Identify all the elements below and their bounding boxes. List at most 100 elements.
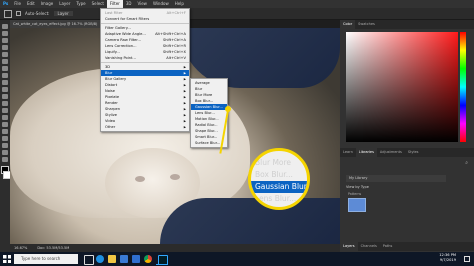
menu-select[interactable]: Select (89, 0, 107, 8)
color-field[interactable] (346, 32, 458, 142)
menu-view[interactable]: View (134, 0, 150, 8)
panels-dock: Color Swatches Learn Libraries Adjustmen… (340, 20, 474, 252)
menu-edit[interactable]: Edit (24, 0, 38, 8)
type-tool-icon[interactable] (2, 129, 8, 134)
eyedropper-tool-icon[interactable] (2, 59, 8, 64)
gradient-tool-icon[interactable] (2, 101, 8, 106)
menu-help[interactable]: Help (172, 0, 187, 8)
tab-channels[interactable]: Channels (358, 242, 380, 251)
tab-color[interactable]: Color (340, 20, 356, 29)
photo-blanket-bottom (160, 198, 340, 244)
ps-logo: Ps (3, 1, 9, 6)
brush-tool-icon[interactable] (2, 73, 8, 78)
submenu-arrow-icon: ▶ (183, 125, 186, 129)
magnified-item-gaussian-blur[interactable]: Gaussian Blur (251, 181, 307, 193)
menu-file[interactable]: File (11, 0, 24, 8)
tab-paths[interactable]: Paths (380, 242, 396, 251)
dodge-tool-icon[interactable] (2, 115, 8, 120)
notification-icon[interactable] (464, 256, 470, 262)
pattern-thumbnail[interactable] (348, 198, 366, 212)
view-by-label[interactable]: View by Type (346, 185, 369, 189)
menu-type[interactable]: Type (73, 0, 88, 8)
menu-item-label: Convert for Smart Filters (105, 17, 150, 21)
marquee-tool-icon[interactable] (2, 31, 8, 36)
healing-tool-icon[interactable] (2, 66, 8, 71)
clone-stamp-tool-icon[interactable] (2, 80, 8, 85)
magnified-item-box-blur[interactable]: Box Blur... (251, 169, 307, 181)
zoom-tool-icon[interactable] (2, 157, 8, 162)
windows-start-icon[interactable] (3, 255, 11, 263)
edge-icon[interactable] (96, 255, 104, 263)
menu-item-label: Vanishing Point... (105, 56, 136, 60)
group-label: Patterns (348, 192, 362, 196)
menu-image[interactable]: Image (38, 0, 57, 8)
tab-styles[interactable]: Styles (405, 148, 422, 157)
path-select-tool-icon[interactable] (2, 136, 8, 141)
filter-menu: Last Filter Alt+Ctrl+F Convert for Smart F… (100, 8, 190, 132)
history-brush-tool-icon[interactable] (2, 87, 8, 92)
libraries-panel-tabs: Learn Libraries Adjustments Styles (340, 148, 474, 157)
filter-menu-item-vanishing-point[interactable]: Vanishing Point... Alt+Ctrl+V (101, 55, 189, 61)
photoshop-taskbar-active-indicator (156, 264, 168, 265)
menu-item-shortcut: Alt+Ctrl+F (166, 11, 186, 15)
tab-learn[interactable]: Learn (340, 148, 356, 157)
layers-panel-tabs: Layers Channels Paths (340, 242, 474, 251)
move-tool-icon[interactable] (4, 9, 12, 18)
menu-item-label: Gaussian Blur (255, 182, 307, 191)
system-clock[interactable]: 12:36 PM 9/7/2019 (439, 253, 456, 263)
menu-window[interactable]: Window (150, 0, 172, 8)
file-explorer-icon[interactable] (108, 255, 116, 263)
tab-libraries[interactable]: Libraries (355, 148, 377, 157)
menu-item-shortcut: Alt+Ctrl+V (166, 56, 186, 60)
pen-tool-icon[interactable] (2, 122, 8, 127)
document-info: Doc: 53.5M/53.5M (37, 246, 70, 250)
menu-separator (101, 62, 189, 63)
shape-tool-icon[interactable] (2, 143, 8, 148)
menu-layer[interactable]: Layer (56, 0, 73, 8)
zoom-level[interactable]: 16.67% (14, 244, 27, 252)
menu-filter[interactable]: Filter (106, 0, 123, 8)
crop-tool-icon[interactable] (2, 52, 8, 57)
mail-icon[interactable] (132, 255, 140, 263)
blur-tool-icon[interactable] (2, 108, 8, 113)
tab-swatches[interactable]: Swatches (355, 20, 378, 29)
eraser-tool-icon[interactable] (2, 94, 8, 99)
tools-panel (0, 20, 11, 252)
menu-item-label: Surface Blur... (195, 141, 221, 145)
photo-cat-eye-right (170, 174, 180, 180)
options-bar: Auto-Select: Layer (0, 8, 474, 20)
color-panel-tabs: Color Swatches (340, 20, 474, 29)
magnifier-callout: Blur More Box Blur... Gaussian Blur Lens Bl… (248, 148, 310, 210)
menu-bar: Ps File Edit Image Layer Type Select Fil… (0, 0, 474, 8)
chrome-icon[interactable] (144, 255, 152, 263)
tab-adjustments[interactable]: Adjustments (377, 148, 405, 157)
menu-3d[interactable]: 3D (123, 0, 135, 8)
menu-item-label: Lens Blur... (255, 194, 297, 203)
hue-slider[interactable] (460, 32, 466, 142)
search-icon[interactable]: ⌕ (465, 160, 468, 166)
status-bar: 16.67% Doc: 53.5M/53.5M (10, 244, 340, 252)
tab-layers[interactable]: Layers (340, 242, 358, 251)
document-tab[interactable]: Cat_white_cat_eyes_effect.jpg @ 16.7% (R… (10, 20, 110, 28)
menu-item-label: Box Blur... (255, 170, 293, 179)
auto-select-label: Auto-Select: (25, 11, 50, 16)
store-icon[interactable] (120, 255, 128, 263)
filter-menu-item-convert-for-smart-filters[interactable]: Convert for Smart Filters (101, 16, 189, 22)
auto-select-dropdown[interactable]: Layer (53, 11, 73, 16)
quick-select-tool-icon[interactable] (2, 45, 8, 50)
auto-select-checkbox[interactable] (16, 11, 21, 16)
task-view-icon[interactable] (84, 255, 94, 265)
filter-menu-item-other[interactable]: Other ▶ (101, 124, 189, 130)
magnified-item-blur-more[interactable]: Blur More (251, 157, 307, 169)
library-dropdown[interactable]: My Library (346, 175, 446, 182)
menu-item-label: Other (105, 125, 116, 129)
move-tool-icon[interactable] (2, 24, 8, 29)
photo-cat-eye-left (135, 176, 145, 182)
library-search-row: ⌕ (346, 160, 468, 166)
lasso-tool-icon[interactable] (2, 38, 8, 43)
menu-item-label: Blur More (255, 158, 292, 167)
menu-separator (101, 23, 189, 24)
taskbar-search-input[interactable]: Type here to search (14, 254, 78, 264)
clock-date: 9/7/2019 (439, 258, 456, 262)
hand-tool-icon[interactable] (2, 150, 8, 155)
